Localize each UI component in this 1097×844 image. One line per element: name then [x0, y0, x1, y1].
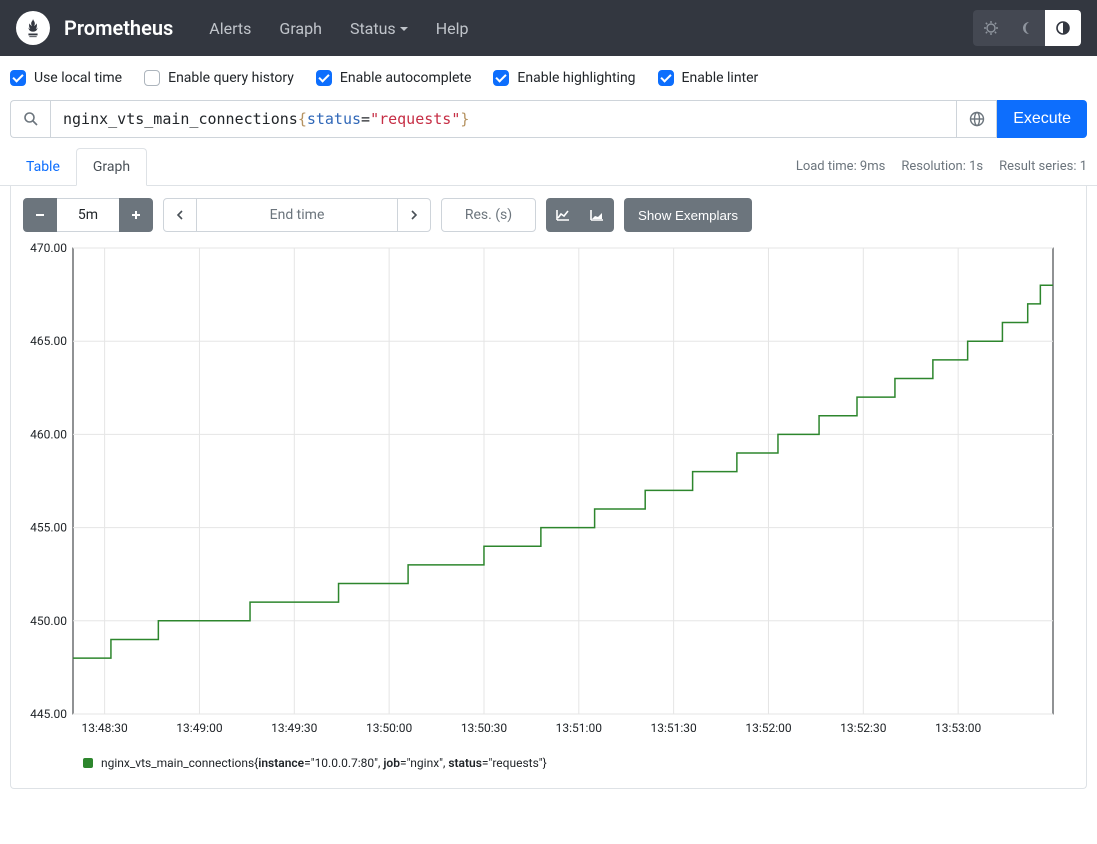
tab-row: Table Graph Load time: 9ms Resolution: 1… — [0, 148, 1097, 186]
meta-resolution: Resolution: 1s — [901, 159, 983, 174]
svg-text:465.00: 465.00 — [30, 334, 67, 348]
controls: 5m End time Res. (s) Show Exemplars — [23, 198, 1074, 232]
tab-graph[interactable]: Graph — [76, 148, 147, 186]
end-time-input[interactable]: End time — [197, 198, 397, 232]
nav-help[interactable]: Help — [424, 11, 481, 46]
svg-text:13:52:30: 13:52:30 — [840, 721, 887, 735]
resolution-input[interactable]: Res. (s) — [441, 198, 536, 232]
graph-panel: 5m End time Res. (s) Show Exemplars 445.… — [10, 186, 1087, 789]
svg-text:13:51:30: 13:51:30 — [651, 721, 698, 735]
legend-swatch — [83, 758, 93, 768]
globe-icon[interactable] — [957, 100, 997, 138]
svg-text:460.00: 460.00 — [30, 427, 67, 441]
svg-text:13:51:00: 13:51:00 — [556, 721, 603, 735]
svg-text:13:49:30: 13:49:30 — [271, 721, 318, 735]
range-increase-button[interactable] — [119, 198, 153, 232]
meta-load-time: Load time: 9ms — [796, 159, 886, 174]
tab-table[interactable]: Table — [10, 149, 76, 185]
brand-text: Prometheus — [64, 16, 173, 40]
range-group: 5m — [23, 198, 153, 232]
range-decrease-button[interactable] — [23, 198, 57, 232]
search-icon — [10, 100, 50, 138]
svg-text:450.00: 450.00 — [30, 614, 67, 628]
legend-text: nginx_vts_main_connections{instance="10.… — [101, 756, 547, 770]
opt-query-history[interactable]: Enable query history — [144, 70, 294, 86]
svg-text:13:50:00: 13:50:00 — [366, 721, 413, 735]
theme-dark-icon[interactable] — [1009, 10, 1045, 46]
range-display[interactable]: 5m — [57, 198, 119, 232]
svg-text:13:50:30: 13:50:30 — [461, 721, 508, 735]
svg-text:13:49:00: 13:49:00 — [176, 721, 223, 735]
prometheus-logo-icon — [16, 11, 50, 45]
stacked-chart-icon[interactable] — [580, 198, 614, 232]
time-group: End time — [163, 198, 431, 232]
svg-text:455.00: 455.00 — [30, 521, 67, 535]
svg-text:470.00: 470.00 — [30, 242, 67, 255]
chart: 445.00 450.00 455.00 460.00 465.00 470.00 13:4… — [23, 242, 1074, 742]
nav-links: Alerts Graph Status Help — [197, 11, 480, 46]
theme-system-icon[interactable] — [973, 10, 1009, 46]
theme-light-icon[interactable] — [1045, 10, 1081, 46]
execute-button[interactable]: Execute — [997, 100, 1087, 138]
svg-text:13:52:00: 13:52:00 — [745, 721, 792, 735]
time-back-button[interactable] — [163, 198, 197, 232]
navbar: Prometheus Alerts Graph Status Help — [0, 0, 1097, 56]
options-row: Use local time Enable query history Enab… — [0, 56, 1097, 100]
opt-highlighting[interactable]: Enable highlighting — [493, 70, 635, 86]
svg-text:13:48:30: 13:48:30 — [81, 721, 128, 735]
query-input[interactable]: nginx_vts_main_connections{status="reque… — [50, 100, 957, 138]
nav-status[interactable]: Status — [338, 11, 420, 46]
nav-graph[interactable]: Graph — [267, 11, 334, 46]
legend[interactable]: nginx_vts_main_connections{instance="10.… — [83, 756, 1074, 770]
chart-type-group — [546, 198, 614, 232]
brand[interactable]: Prometheus — [16, 11, 173, 45]
nav-alerts[interactable]: Alerts — [197, 11, 263, 46]
svg-text:13:53:00: 13:53:00 — [935, 721, 982, 735]
meta-series: Result series: 1 — [999, 159, 1087, 174]
opt-autocomplete[interactable]: Enable autocomplete — [316, 70, 472, 86]
theme-toggle — [973, 10, 1081, 46]
time-forward-button[interactable] — [397, 198, 431, 232]
opt-linter[interactable]: Enable linter — [658, 70, 759, 86]
query-row: nginx_vts_main_connections{status="reque… — [0, 100, 1097, 148]
line-chart-icon[interactable] — [546, 198, 580, 232]
opt-local-time[interactable]: Use local time — [10, 70, 122, 86]
chevron-down-icon — [400, 27, 408, 31]
svg-text:445.00: 445.00 — [30, 707, 67, 721]
tab-meta: Load time: 9ms Resolution: 1s Result ser… — [796, 159, 1087, 174]
chart-svg[interactable]: 445.00 450.00 455.00 460.00 465.00 470.00 13:4… — [23, 242, 1074, 742]
show-exemplars-button[interactable]: Show Exemplars — [624, 198, 752, 232]
